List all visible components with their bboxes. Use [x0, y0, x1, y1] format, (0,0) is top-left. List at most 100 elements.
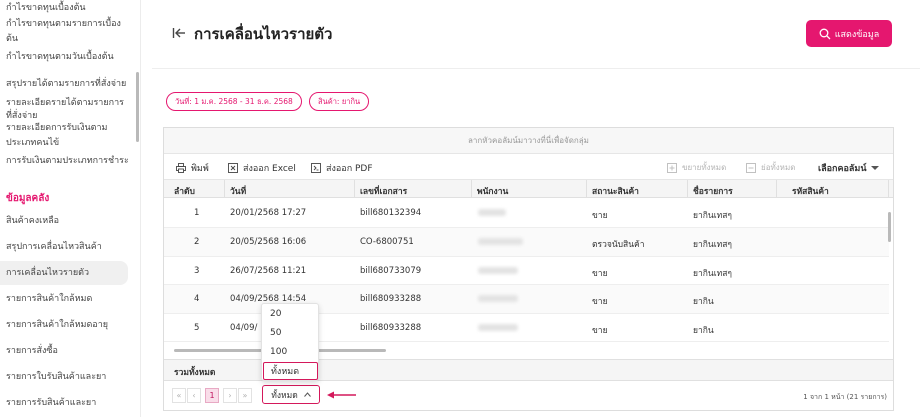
page-size-select[interactable]: ทั้งหมด [262, 385, 320, 404]
sidebar-item[interactable]: ที่สั่งจ่าย [6, 110, 134, 122]
sidebar-item-receipts[interactable]: รายการใบรับสินค้าและยา [6, 371, 134, 383]
cell-item: ยากิน [693, 297, 714, 307]
cell-staff-redacted [478, 295, 518, 302]
pager-page-button[interactable]: 1 [205, 388, 219, 403]
grid-vertical-scrollbar[interactable] [888, 212, 891, 242]
choose-columns-button[interactable]: เลือกคอลัมน์ [818, 161, 880, 175]
sidebar-item-receive-goods[interactable]: รายการรับสินค้าและยา [6, 397, 134, 409]
chevron-up-icon [303, 392, 311, 397]
sidebar-item-movement-summary[interactable]: สรุปการเคลื่อนไหวสินค้า [6, 241, 134, 253]
page-size-option-20[interactable]: 20 [270, 309, 281, 319]
cell-no: 5 [194, 322, 200, 333]
pager-last-button[interactable]: » [238, 388, 252, 403]
search-icon [819, 28, 831, 39]
export-pdf-label: ส่งออก PDF [326, 164, 373, 174]
table-row[interactable]: 1 20/01/2568 17:27 bill680132394 ขาย ยาก… [164, 199, 889, 228]
page-size-option-100[interactable]: 100 [270, 347, 287, 357]
sidebar-item[interactable]: กำไรขาดทุนตามวันเบื้องต้น [6, 51, 134, 63]
column-header-staff[interactable]: พนักงาน [477, 184, 508, 198]
expand-all-button[interactable]: ขยายทั้งหมด [667, 161, 726, 174]
pager-info: 1 จาก 1 หน้า (21 รายการ) [803, 393, 887, 401]
page-size-option-all[interactable]: ทั้งหมด [263, 362, 318, 380]
page-size-value: ทั้งหมด [271, 390, 298, 401]
sidebar-item[interactable]: ประเภทคนไข้ [6, 137, 134, 149]
cell-item: ยากินเทสๆ [693, 268, 732, 279]
export-excel-label: ส่งออก Excel [243, 164, 296, 174]
cell-date: 26/07/2568 11:21 [230, 265, 307, 276]
cell-no: 4 [194, 294, 200, 304]
pager-first-button[interactable]: « [172, 388, 186, 403]
collapse-icon [746, 162, 756, 173]
cell-doc: bill680933288 [360, 294, 422, 304]
sidebar-item-stock[interactable]: สินค้าคงเหลือ [6, 215, 134, 227]
print-label: พิมพ์ [191, 164, 209, 174]
pager-prev-button[interactable]: ‹ [187, 388, 201, 403]
page-size-option-50[interactable]: 50 [270, 328, 281, 338]
total-label: รวมทั้งหมด [174, 368, 216, 378]
export-pdf-button[interactable]: ส่งออก PDF [311, 161, 373, 175]
column-header-status[interactable]: สถานะสินค้า [592, 184, 639, 198]
cell-status: ขาย [592, 211, 608, 221]
pager-next-button[interactable]: › [223, 388, 237, 403]
cell-doc: bill680733079 [360, 265, 422, 276]
collapse-all-button[interactable]: ย่อทั้งหมด [746, 161, 795, 174]
show-data-label: แสดงข้อมูล [834, 29, 880, 40]
product-filter-chip[interactable]: สินค้า: ยากิน [309, 92, 370, 111]
column-header-date[interactable]: วันที่ [230, 184, 246, 198]
column-header-no[interactable]: ลำดับ [174, 184, 195, 198]
column-header-doc[interactable]: เลขที่เอกสาร [360, 184, 407, 198]
cell-doc: bill680933288 [360, 322, 422, 333]
cell-date: 20/05/2568 16:06 [230, 237, 307, 247]
cell-date: 04/09/ [230, 322, 258, 333]
sidebar-scrollbar[interactable] [136, 72, 139, 142]
print-button[interactable]: พิมพ์ [176, 161, 209, 175]
sidebar-item-expiring[interactable]: รายการสินค้าใกล้หมดอายุ [6, 319, 134, 331]
table-header: ลำดับ วันที่ เลขที่เอกสาร พนักงาน สถานะส… [164, 180, 893, 198]
cell-staff-redacted [478, 266, 518, 274]
pdf-icon [311, 163, 321, 173]
cell-status: ตรวจนับสินค้า [592, 240, 645, 250]
choose-columns-label: เลือกคอลัมน์ [818, 164, 867, 174]
sidebar-item[interactable]: ต้น [6, 33, 134, 45]
table-row[interactable]: 3 26/07/2568 11:21 bill680733079 ขาย ยาก… [164, 257, 889, 285]
sidebar-item[interactable]: การรับเงินตามประเภทการชำระ [6, 155, 134, 167]
sidebar-item[interactable]: กำไรขาดทุนเบื้องต้น [6, 2, 134, 14]
cell-doc: bill680132394 [360, 208, 422, 218]
cell-no: 2 [194, 237, 200, 247]
collapse-left-icon[interactable] [172, 26, 186, 40]
sidebar-item[interactable]: รายละเอียดการรับเงินตาม [6, 122, 134, 134]
group-panel[interactable]: ลากหัวคอลัมน์มาวางที่นี่เพื่อจัดกลุ่ม [164, 128, 893, 154]
cell-item: ยากินเทสๆ [693, 240, 732, 250]
show-data-button[interactable]: แสดงข้อมูล [806, 20, 892, 47]
export-excel-button[interactable]: ส่งออก Excel [228, 161, 296, 175]
pager: « ‹ 1 › » ทั้งหมด 1 จาก 1 หน้า (21 รายกา… [164, 381, 893, 411]
printer-icon [176, 163, 186, 173]
date-filter-chip[interactable]: วันที่: 1 ม.ค. 2568 - 31 ธ.ค. 2568 [166, 92, 302, 111]
sidebar-item[interactable]: กำไรขาดทุนตามรายการเบื้อง [6, 18, 134, 30]
cell-status: ขาย [592, 268, 608, 279]
cell-date: 20/01/2568 17:27 [230, 208, 307, 218]
cell-item: ยากิน [693, 325, 714, 336]
column-header-code[interactable]: รหัสสินค้า [792, 184, 829, 198]
column-header-item[interactable]: ชื่อรายการ [693, 184, 733, 198]
header-divider [152, 68, 920, 69]
cell-no: 1 [194, 208, 200, 218]
cell-staff-redacted [478, 209, 506, 216]
table-row[interactable]: 2 20/05/2568 16:06 CO-6800751 ตรวจนับสิน… [164, 228, 889, 257]
sidebar-item-low-stock[interactable]: รายการสินค้าใกล้หมด [6, 293, 134, 305]
grid-toolbar: พิมพ์ ส่งออก Excel ส่งออก PDF ขยายทั้งหม… [164, 154, 893, 180]
cell-status: ขาย [592, 325, 608, 336]
collapse-all-label: ย่อทั้งหมด [761, 163, 796, 172]
cell-status: ขาย [592, 297, 608, 307]
sidebar-item[interactable]: สรุปรายได้ตามรายการที่สั่งจ่าย [6, 78, 134, 90]
page-size-dropdown: 20 50 100 ทั้งหมด [261, 303, 319, 381]
caret-down-icon [871, 166, 880, 170]
sidebar-item[interactable]: รายละเอียดรายได้ตามรายการ [6, 97, 134, 109]
cell-staff-redacted [478, 238, 523, 245]
sidebar-section-title: ข้อมูลคลัง [6, 193, 50, 204]
sidebar-item-purchase-orders[interactable]: รายการสั่งซื้อ [6, 345, 134, 357]
page-title: การเคลื่อนไหวรายตัว [194, 25, 333, 43]
cell-item: ยากินเทสๆ [693, 211, 732, 221]
cell-no: 3 [194, 265, 200, 276]
sidebar-item-movement-item[interactable]: การเคลื่อนไหวรายตัว [0, 261, 128, 285]
